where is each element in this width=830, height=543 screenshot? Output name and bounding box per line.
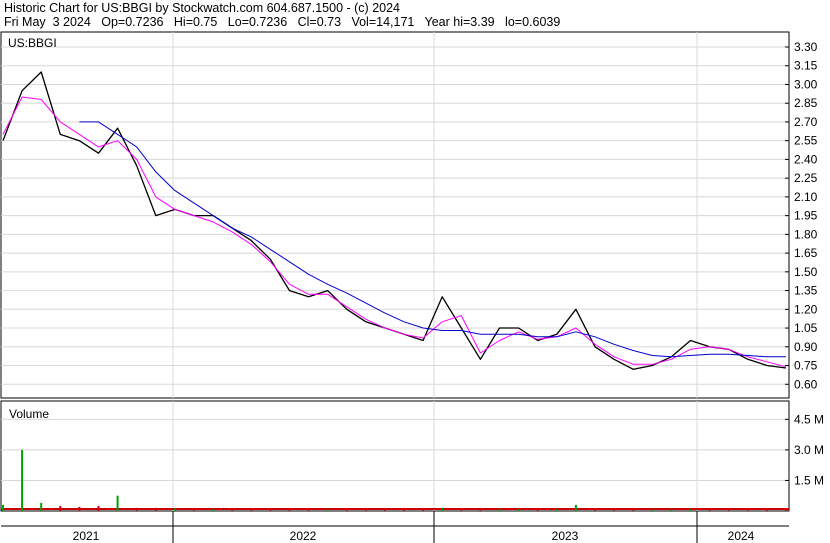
volume-bar [746, 509, 749, 511]
year-label: 2024 [728, 529, 755, 543]
price-panel-frame [0, 31, 790, 399]
volume-y-axis: 4.5 M 3.0 M 1.5 M [785, 412, 824, 487]
price-tick-label: 1.80 [794, 227, 818, 241]
volume-bar [135, 507, 138, 511]
price-tick-label: 1.50 [794, 265, 818, 279]
price-tick-label: 2.55 [794, 134, 818, 148]
volume-bar [154, 507, 157, 511]
volume-bar [250, 509, 253, 511]
volume-bar [785, 509, 787, 511]
volume-bar [231, 509, 234, 511]
volume-bar [555, 509, 558, 511]
price-tick-label: 1.65 [794, 246, 818, 260]
volume-bar [345, 509, 348, 511]
stock-chart-svg: 3.30 3.15 3.00 2.85 2.70 2.55 2.40 2.25 2.10 1.95… [0, 31, 824, 543]
price-tick-label: 1.95 [794, 209, 818, 223]
volume-bar [594, 509, 596, 511]
year-label: 2023 [552, 529, 579, 543]
volume-bar [288, 509, 291, 511]
volume-bar [651, 509, 654, 511]
volume-bar [78, 506, 81, 511]
volume-bar [326, 509, 329, 511]
price-tick-label: 3.15 [794, 59, 818, 73]
price-tick-label: 2.25 [794, 171, 818, 185]
volume-bar [21, 449, 24, 511]
year-label: 2022 [290, 529, 317, 543]
price-tick-label: 2.10 [794, 190, 818, 204]
volume-bar [689, 509, 692, 511]
volume-tick-label: 1.5 M [794, 473, 824, 487]
volume-bar [59, 505, 62, 511]
price-tick-label: 2.40 [794, 152, 818, 166]
volume-bar [307, 509, 310, 511]
volume-bar [364, 509, 367, 511]
price-tick-label: 1.05 [794, 321, 818, 335]
price-tick-label: 3.30 [794, 40, 818, 54]
year-axis: 2021 2022 2023 2024 [1, 511, 789, 543]
price-tick-label: 3.00 [794, 77, 818, 91]
price-tick-label: 2.85 [794, 96, 818, 110]
volume-bar [403, 509, 405, 511]
volume-bar [193, 509, 195, 511]
volume-bar [670, 509, 673, 511]
volume-bar [727, 509, 730, 511]
volume-bar [765, 509, 768, 511]
volume-bar [536, 509, 539, 511]
volume-panel-label: Volume [9, 407, 49, 421]
volume-bar [116, 495, 119, 511]
volume-bar [517, 509, 520, 511]
volume-bar [479, 509, 482, 511]
volume-bar [498, 509, 501, 511]
volume-bar [613, 509, 616, 511]
year-label: 2021 [73, 529, 100, 543]
price-tick-label: 2.70 [794, 115, 818, 129]
volume-tick-label: 4.5 M [794, 412, 824, 426]
symbol-label: US:BBGI [8, 36, 57, 50]
volume-bar [422, 509, 425, 511]
volume-bar [173, 508, 176, 511]
volume-bar [708, 509, 711, 511]
volume-bar [460, 509, 463, 511]
volume-bar [97, 505, 100, 511]
volume-bar [2, 504, 4, 511]
volume-bar [384, 509, 386, 511]
price-tick-label: 1.35 [794, 284, 818, 298]
volume-bar [269, 509, 272, 511]
price-y-axis: 3.30 3.15 3.00 2.85 2.70 2.55 2.40 2.25 2.10 1.95… [785, 40, 818, 391]
price-tick-label: 0.90 [794, 340, 818, 354]
price-tick-label: 1.20 [794, 302, 818, 316]
volume-bar [441, 507, 444, 511]
volume-bar [40, 502, 43, 511]
volume-bar [574, 504, 577, 511]
chart-stage: Historic Chart for US:BBGI by Stockwatch… [0, 0, 830, 543]
price-tick-label: 0.60 [794, 377, 818, 391]
volume-bar [632, 509, 635, 511]
price-tick-label: 0.75 [794, 359, 818, 373]
volume-bar [212, 509, 215, 511]
volume-tick-label: 3.0 M [794, 443, 824, 457]
volume-panel-frame [0, 400, 790, 512]
